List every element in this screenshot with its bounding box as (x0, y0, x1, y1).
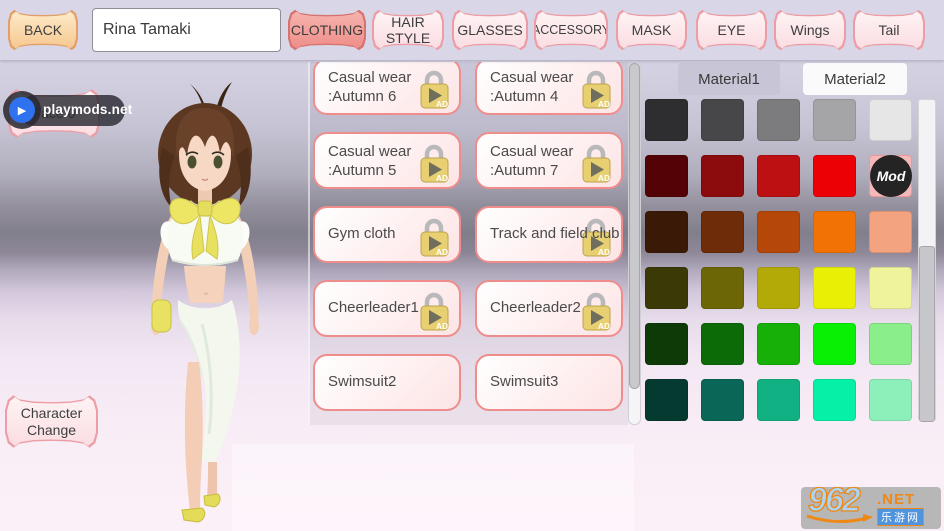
color-swatch[interactable] (869, 323, 912, 365)
color-swatch[interactable]: Mod (869, 155, 912, 197)
clothing-item-label: Track and field club (477, 208, 621, 244)
clothing-item-cheerleader1[interactable]: Cheerleader1 AD (313, 280, 461, 337)
clothing-item-swimsuit3[interactable]: Swimsuit3 (475, 354, 623, 411)
color-swatch[interactable] (645, 323, 688, 365)
material-tab-material1[interactable]: Material1 (678, 63, 780, 95)
tab-hair-style[interactable]: HAIR STYLE (372, 8, 444, 52)
clothing-item-label: Casual wear:Autumn 4 (477, 62, 621, 107)
clothing-item-casual-wear-autumn-7[interactable]: Casual wear:Autumn 7 AD (475, 132, 623, 189)
top-bar: BACK CLOTHINGHAIR STYLEGLASSESACCESSORYM… (0, 0, 944, 60)
color-swatch[interactable] (813, 267, 856, 309)
character-name-input[interactable] (92, 8, 281, 52)
color-swatch[interactable] (701, 99, 744, 141)
site-watermark-chinese: 乐游网 (877, 508, 924, 526)
tab-glasses[interactable]: GLASSES (452, 8, 528, 52)
clothing-item-track-and-field-club[interactable]: Track and field club AD (475, 206, 623, 263)
color-swatch[interactable] (701, 267, 744, 309)
clothing-item-casual-wear-autumn-5[interactable]: Casual wear:Autumn 5 AD (313, 132, 461, 189)
color-swatch[interactable] (645, 267, 688, 309)
clothing-item-label: Cheerleader2 (477, 282, 621, 318)
tab-mask[interactable]: MASK (616, 8, 687, 52)
color-swatch[interactable] (645, 379, 688, 421)
color-swatch[interactable] (701, 379, 744, 421)
color-swatch[interactable] (701, 323, 744, 365)
clothing-list-panel: Casual wear:Autumn 6 AD Casual wear:Autu… (308, 62, 628, 425)
clothing-item-casual-wear-autumn-6[interactable]: Casual wear:Autumn 6 AD (313, 62, 461, 115)
playmods-label: playmods.net (43, 102, 132, 117)
svg-text:AD: AD (436, 321, 448, 331)
clothing-item-label: Casual wear:Autumn 7 (477, 134, 621, 181)
color-swatch[interactable] (757, 323, 800, 365)
color-swatch[interactable] (701, 155, 744, 197)
color-swatch[interactable] (757, 379, 800, 421)
color-swatch[interactable] (757, 155, 800, 197)
color-palette: Mod (645, 99, 912, 421)
color-swatch[interactable] (813, 211, 856, 253)
site-watermark-tld: .NET (877, 491, 915, 508)
site-watermark-swoosh (805, 513, 875, 527)
svg-text:AD: AD (436, 247, 448, 257)
clothing-item-swimsuit2[interactable]: Swimsuit2 (313, 354, 461, 411)
svg-text:AD: AD (598, 321, 610, 331)
clothing-item-gym-cloth[interactable]: Gym cloth AD (313, 206, 461, 263)
tab-tail[interactable]: Tail (853, 8, 925, 52)
color-swatch[interactable] (757, 211, 800, 253)
character-change-button[interactable]: Character Change (5, 393, 98, 450)
clothing-item-label: Gym cloth (315, 208, 459, 244)
playmods-watermark: ▶ playmods.net (3, 91, 127, 131)
color-swatch[interactable] (757, 267, 800, 309)
clothing-item-label: Swimsuit3 (477, 356, 621, 392)
site-watermark: 962 .NET 乐游网 (801, 487, 941, 529)
mod-badge: Mod (870, 155, 912, 197)
floor-highlight (232, 444, 634, 531)
color-swatch[interactable] (813, 99, 856, 141)
clothing-item-cheerleader2[interactable]: Cheerleader2 AD (475, 280, 623, 337)
color-swatch[interactable] (869, 267, 912, 309)
color-swatch[interactable] (869, 211, 912, 253)
clothing-scrollbar-thumb[interactable] (629, 63, 640, 389)
color-swatch[interactable] (645, 155, 688, 197)
clothing-scrollbar[interactable] (628, 62, 641, 425)
tab-accessory[interactable]: ACCESSORY (534, 8, 608, 52)
color-swatch[interactable] (869, 99, 912, 141)
svg-text:AD: AD (598, 247, 610, 257)
color-swatch[interactable] (813, 155, 856, 197)
clothing-item-label: Casual wear:Autumn 5 (315, 134, 459, 181)
color-swatch[interactable] (645, 211, 688, 253)
clothing-item-casual-wear-autumn-4[interactable]: Casual wear:Autumn 4 AD (475, 62, 623, 115)
clothing-grid: Casual wear:Autumn 6 AD Casual wear:Autu… (313, 62, 625, 411)
back-button[interactable]: BACK (8, 8, 78, 52)
tab-clothing[interactable]: CLOTHING (288, 8, 366, 52)
color-swatch[interactable] (813, 323, 856, 365)
playmods-icon: ▶ (9, 97, 35, 123)
character-model (132, 62, 292, 531)
color-swatch[interactable] (645, 99, 688, 141)
palette-scrollbar[interactable] (918, 99, 936, 421)
app-root: BACK CLOTHINGHAIR STYLEGLASSESACCESSORYM… (0, 0, 944, 531)
palette-scrollbar-thumb[interactable] (919, 246, 935, 422)
clothing-item-label: Cheerleader1 (315, 282, 459, 318)
tab-wings[interactable]: Wings (774, 8, 846, 52)
clothing-item-label: Casual wear:Autumn 6 (315, 62, 459, 107)
color-swatch[interactable] (701, 211, 744, 253)
material-tab-material2[interactable]: Material2 (803, 63, 907, 95)
tab-eye[interactable]: EYE (696, 8, 767, 52)
clothing-item-label: Swimsuit2 (315, 356, 459, 392)
color-swatch[interactable] (813, 379, 856, 421)
color-swatch[interactable] (869, 379, 912, 421)
color-swatch[interactable] (757, 99, 800, 141)
